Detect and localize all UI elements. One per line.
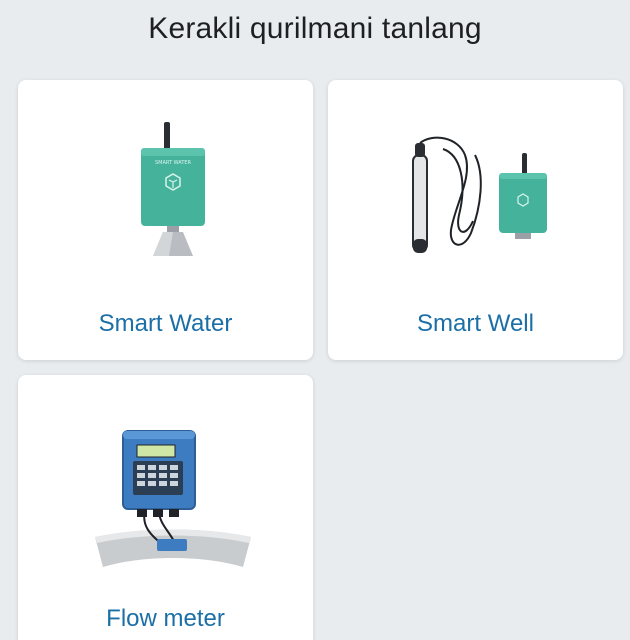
svg-text:SMART WATER: SMART WATER	[155, 160, 192, 166]
device-label: Flow meter	[106, 605, 225, 632]
flow-meter-icon	[95, 430, 251, 567]
device-card-smart-well[interactable]: Smart Well	[328, 80, 623, 360]
device-select-screen: Kerakli qurilmani tanlang SMART WATER Sm…	[0, 0, 630, 640]
device-label: Smart Water	[98, 310, 233, 337]
device-card-smart-water[interactable]: SMART WATER Smart Water	[18, 80, 313, 360]
device-label: Smart Well	[417, 310, 534, 337]
smart-well-probe-icon	[412, 136, 547, 253]
device-card-flow-meter[interactable]: Flow meter	[18, 375, 313, 640]
smart-water-sensor-icon: SMART WATER	[141, 122, 205, 256]
page-title: Kerakli qurilmani tanlang	[148, 12, 482, 45]
